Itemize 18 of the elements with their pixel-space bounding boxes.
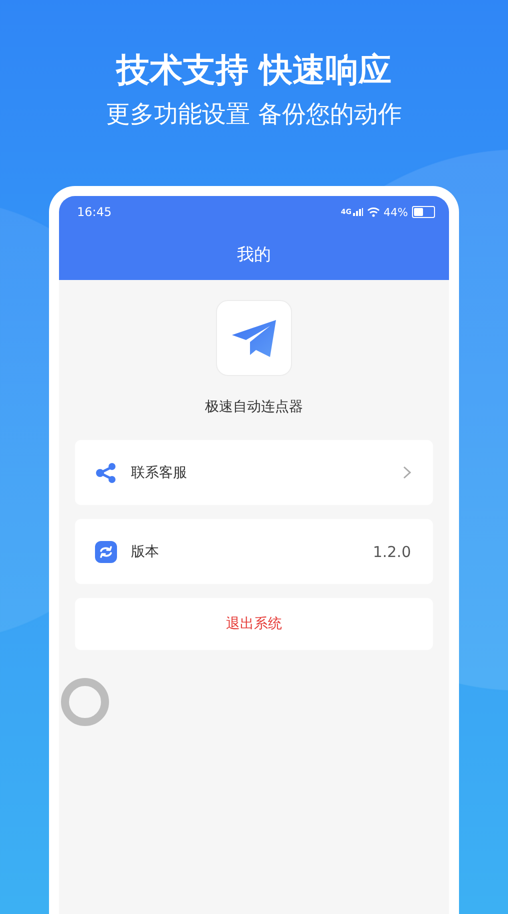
- menu-row[interactable]: 联系客服: [75, 440, 433, 505]
- menu-row[interactable]: 版本 1.2.0: [75, 519, 433, 584]
- refresh-icon: [95, 540, 117, 562]
- battery-percent: 44%: [384, 206, 408, 218]
- status-time: 16:45: [77, 205, 113, 219]
- battery-icon: [412, 206, 435, 218]
- wifi-icon: [366, 207, 380, 217]
- paper-plane-icon: [230, 318, 278, 358]
- version-value: 1.2.0: [372, 542, 411, 560]
- floating-button[interactable]: [61, 678, 109, 726]
- promo-subtitle: 更多功能设置 备份您的动作: [106, 99, 402, 130]
- logout-button[interactable]: 退出系统: [75, 598, 433, 650]
- share-icon: [95, 462, 117, 484]
- page-title: 我的: [237, 244, 271, 266]
- signal-icon: [352, 208, 363, 216]
- promo-headline: 技术支持 快速响应: [116, 50, 392, 90]
- app-name: 极速自动连点器: [205, 398, 303, 416]
- chevron-right-icon: [403, 466, 411, 479]
